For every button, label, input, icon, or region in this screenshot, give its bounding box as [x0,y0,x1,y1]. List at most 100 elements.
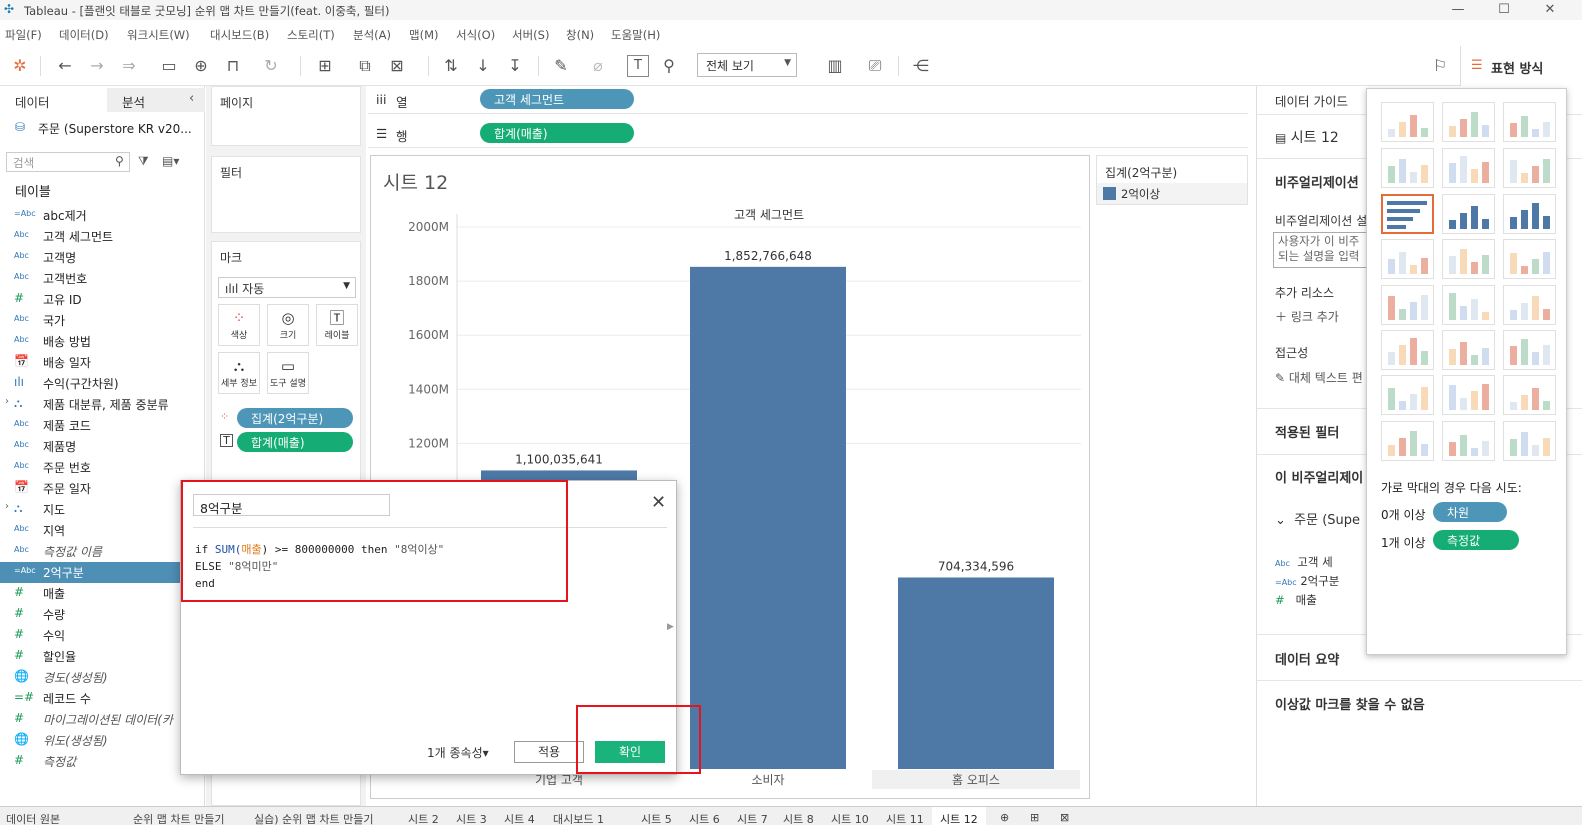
sheet-tab[interactable]: 시트 7 [737,811,768,825]
sheet-tab[interactable]: 순위 맵 차트 만들기 [133,811,224,825]
share-icon[interactable]: ⋲ [909,54,933,78]
chart-type-thumbnail[interactable] [1503,239,1556,279]
color-button[interactable]: ⁘ 색상 [218,304,260,346]
field-item[interactable]: # 수량 [0,604,205,625]
chart-type-thumbnail[interactable] [1503,102,1556,142]
sheet-tab[interactable]: 시트 11 [886,811,924,825]
tooltip-button[interactable]: ▭ 도구 설명 [267,352,309,394]
show-labels-icon[interactable]: T [627,55,649,77]
pause-updates-icon[interactable]: ⊓ [221,54,245,78]
field-item[interactable]: › ⛬ 제품 대분류, 제품 중분류 [0,394,205,415]
sheet-tab[interactable]: 시트 12 [932,807,986,825]
datasource-name[interactable]: 주문 (Superstore KR v20... [38,120,192,137]
new-worksheet-tab-icon[interactable]: ⊕ [1000,811,1009,824]
chart-type-thumbnail[interactable] [1503,285,1556,325]
chart-type-thumbnail[interactable] [1442,102,1495,142]
sheet-tab[interactable]: 데이터 원본 [6,811,60,825]
duplicate-sheet-icon[interactable]: ⧉ [353,54,377,78]
presentation-mode-icon[interactable]: ⎚ [863,54,887,78]
chart-type-thumbnail[interactable] [1442,330,1495,370]
chart-type-thumbnail[interactable] [1442,194,1495,234]
expand-arrow-icon[interactable]: ▶ [667,622,674,632]
fix-axes-icon[interactable]: ⚲ [657,54,681,78]
field-item[interactable]: 🌐 경도(생성됨) [0,667,205,688]
tableau-home-icon[interactable]: ✲ [8,54,32,78]
sheet-tab[interactable]: 시트 6 [689,811,720,825]
field-item[interactable]: Abc 제품명 [0,436,205,457]
redo-icon[interactable]: → [85,54,109,78]
field-item[interactable]: Abc 제품 코드 [0,415,205,436]
fit-view-select[interactable]: 전체 보기 ▼ [697,53,797,77]
sort-ascending-icon[interactable]: ↓ [471,54,495,78]
chart-type-thumbnail[interactable] [1381,375,1434,415]
show-me-tab[interactable]: ☰ 표현 방식 [1460,46,1582,86]
filter-icon[interactable]: ⧩ [138,154,149,169]
chart-type-thumbnail[interactable] [1442,421,1495,461]
undo-icon[interactable]: ← [53,54,77,78]
chart-type-thumbnail[interactable] [1381,285,1434,325]
field-item[interactable]: Abc 국가 [0,310,205,331]
tab-data[interactable]: 데이터 [0,88,108,112]
field-item[interactable]: # 측정값 [0,751,205,772]
maximize-button[interactable]: ☐ [1481,0,1527,20]
sheet-tab[interactable]: 시트 10 [831,811,869,825]
chart-type-thumbnail[interactable] [1503,330,1556,370]
new-datasource-icon[interactable]: ⊕ [189,54,213,78]
dependencies-dropdown[interactable]: 1개 종속성▾ [427,744,489,761]
chart-type-thumbnail[interactable] [1503,194,1556,234]
apply-button[interactable]: 적용 [514,741,584,763]
chart-type-thumbnail[interactable] [1503,148,1556,188]
pages-card[interactable]: 페이지 [211,86,361,146]
show-cards-icon[interactable]: ▥ [823,54,847,78]
chart-type-thumbnail[interactable] [1381,194,1434,234]
close-icon[interactable]: ✕ [651,494,666,512]
field-item[interactable]: =Abc 2억구분 [0,562,205,583]
sheet-tab[interactable]: 실습) 순위 맵 차트 만들기 [254,811,373,825]
field-item[interactable]: 📅 주문 일자 [0,478,205,499]
field-item[interactable]: Abc 측정값 이름 [0,541,205,562]
field-item[interactable]: Abc 지역 [0,520,205,541]
sort-descending-icon[interactable]: ↧ [503,54,527,78]
field-item[interactable]: # 마이그레이션된 데이터(카 [0,709,205,730]
chart-type-thumbnail[interactable] [1442,148,1495,188]
mark-pill-color[interactable]: 집계(2억구분) [237,408,353,428]
add-link-button[interactable]: ＋ 링크 추가 [1275,308,1339,325]
menu-analysis[interactable]: 분석(A) [353,27,391,43]
data-guide-tab[interactable]: 데이터 가이드 [1275,91,1348,110]
menu-server[interactable]: 서버(S) [512,27,549,43]
chart-type-thumbnail[interactable] [1381,421,1434,461]
new-worksheet-icon[interactable]: ⊞ [313,54,337,78]
menu-dashboard[interactable]: 대시보드(B) [210,27,269,43]
expand-arrow-icon[interactable]: › [5,396,9,407]
highlight-icon[interactable]: ✎ [549,54,573,78]
field-item[interactable]: # 매출 [0,583,205,604]
menu-map[interactable]: 맵(M) [409,27,438,43]
menu-format[interactable]: 서식(O) [456,27,495,43]
menu-window[interactable]: 창(N) [566,27,594,43]
paint-roller-icon[interactable]: ⚐ [1428,54,1452,78]
clear-sheet-icon[interactable]: ⊠ [385,54,409,78]
menu-worksheet[interactable]: 워크시트(W) [127,27,190,43]
new-story-tab-icon[interactable]: ⊠ [1060,811,1069,824]
chart-type-thumbnail[interactable] [1381,148,1434,188]
field-item[interactable]: # 고유 ID [0,289,205,310]
menu-data[interactable]: 데이터(D) [59,27,109,43]
chart-type-thumbnail[interactable] [1381,102,1434,142]
chart-type-thumbnail[interactable] [1381,239,1434,279]
collapse-pane-icon[interactable]: ‹ [189,91,194,106]
sheet-tab[interactable]: 시트 5 [641,811,672,825]
field-item[interactable]: Abc 주문 번호 [0,457,205,478]
replay-icon[interactable]: ⇒ [117,54,141,78]
mark-pill-label[interactable]: 합계(매출) [237,432,353,452]
chart-type-thumbnail[interactable] [1442,239,1495,279]
field-item[interactable]: Abc 고객번호 [0,268,205,289]
chart-type-thumbnail[interactable] [1442,285,1495,325]
refresh-icon[interactable]: ↻ [259,54,283,78]
field-item[interactable]: Abc 고객 세그먼트 [0,226,205,247]
sheet-tab[interactable]: 시트 3 [456,811,487,825]
guide-datasource[interactable]: ⌄ 주문 (Supe [1275,509,1360,528]
field-item[interactable]: # 할인율 [0,646,205,667]
sheet-tab[interactable]: 시트 4 [504,811,535,825]
rows-pill[interactable]: 합계(매출) [480,123,634,143]
label-button[interactable]: 🅃 레이블 [316,304,358,346]
